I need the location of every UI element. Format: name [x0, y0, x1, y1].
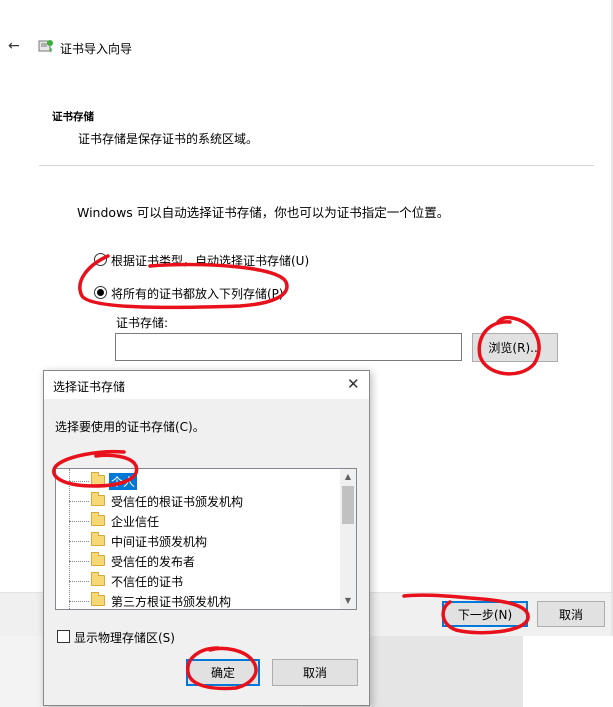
browse-button[interactable]: 浏览(R)... [472, 333, 558, 362]
scroll-down-icon[interactable]: ▼ [340, 593, 356, 609]
store-input[interactable] [115, 333, 462, 361]
tree-branch [69, 561, 89, 562]
tree-item-label: 中间证书颁发机构 [111, 535, 208, 549]
tree-branch [69, 581, 89, 582]
tree-item-label: 不信任的证书 [111, 575, 184, 589]
tree-branch [69, 481, 89, 482]
folder-icon [91, 512, 105, 526]
tree-item-untrusted[interactable]: 不信任的证书 [56, 571, 340, 591]
tree-branch [69, 501, 89, 502]
radio-auto-select[interactable] [94, 253, 107, 266]
scroll-up-icon[interactable]: ▲ [340, 469, 356, 485]
radio-place-all-label[interactable]: 将所有的证书都放入下列存储(P) [111, 285, 284, 302]
back-arrow-icon[interactable]: ← [8, 38, 24, 54]
certificate-icon [38, 38, 54, 54]
tree-item-third-party-root[interactable]: 第三方根证书颁发机构 [56, 591, 340, 609]
tree-item-intermediate[interactable]: 中间证书颁发机构 [56, 531, 340, 551]
tree-scrollbar[interactable]: ▲ ▼ [340, 469, 356, 609]
cancel-button[interactable]: 取消 [537, 601, 605, 627]
radio-place-all[interactable] [94, 286, 107, 299]
folder-icon [91, 472, 105, 486]
dialog-title: 选择证书存储 [53, 380, 126, 394]
wizard-title: 证书导入向导 [60, 42, 133, 56]
ok-button[interactable]: 确定 [186, 659, 260, 686]
folder-icon [91, 572, 105, 586]
scroll-thumb[interactable] [342, 486, 354, 524]
select-store-dialog: 选择证书存储 ✕ 选择要使用的证书存储(C)。 个人 受信任的根证书颁发机构 企… [43, 370, 370, 706]
tree-branch [69, 601, 89, 602]
show-physical-label[interactable]: 显示物理存储区(S) [74, 629, 175, 646]
tree-item-trusted-root[interactable]: 受信任的根证书颁发机构 [56, 491, 340, 511]
tree-item-label: 受信任的发布者 [111, 555, 196, 569]
section-description: 证书存储是保存证书的系统区域。 [78, 132, 259, 146]
tree-item-personal[interactable]: 个人 [56, 471, 340, 491]
folder-icon [91, 492, 105, 506]
tree-branch [69, 521, 89, 522]
dialog-prompt: 选择要使用的证书存储(C)。 [55, 420, 205, 434]
tree-item-label: 受信任的根证书颁发机构 [111, 495, 244, 509]
folder-icon [91, 592, 105, 606]
show-physical-checkbox[interactable] [57, 630, 70, 643]
intro-text: Windows 可以自动选择证书存储，你也可以为证书指定一个位置。 [77, 205, 450, 220]
dialog-cancel-button[interactable]: 取消 [272, 659, 358, 686]
close-icon[interactable]: ✕ [347, 376, 360, 392]
tree-item-trusted-publishers[interactable]: 受信任的发布者 [56, 551, 340, 571]
section-title: 证书存储 [52, 111, 94, 123]
radio-auto-label[interactable]: 根据证书类型，自动选择证书存储(U) [111, 252, 309, 269]
tree-item-enterprise-trust[interactable]: 企业信任 [56, 511, 340, 531]
tree-item-label: 企业信任 [111, 515, 160, 529]
tree-branch [69, 541, 89, 542]
divider [39, 165, 594, 166]
next-button[interactable]: 下一步(N) [442, 601, 528, 627]
store-field-label: 证书存储: [116, 316, 169, 330]
tree-item-label: 个人 [109, 473, 138, 490]
tree-item-label: 第三方根证书颁发机构 [111, 595, 232, 609]
folder-icon [91, 552, 105, 566]
folder-icon [91, 532, 105, 546]
store-tree[interactable]: 个人 受信任的根证书颁发机构 企业信任 中间证书颁发机构 受信任的发布者 不信任… [55, 468, 357, 610]
